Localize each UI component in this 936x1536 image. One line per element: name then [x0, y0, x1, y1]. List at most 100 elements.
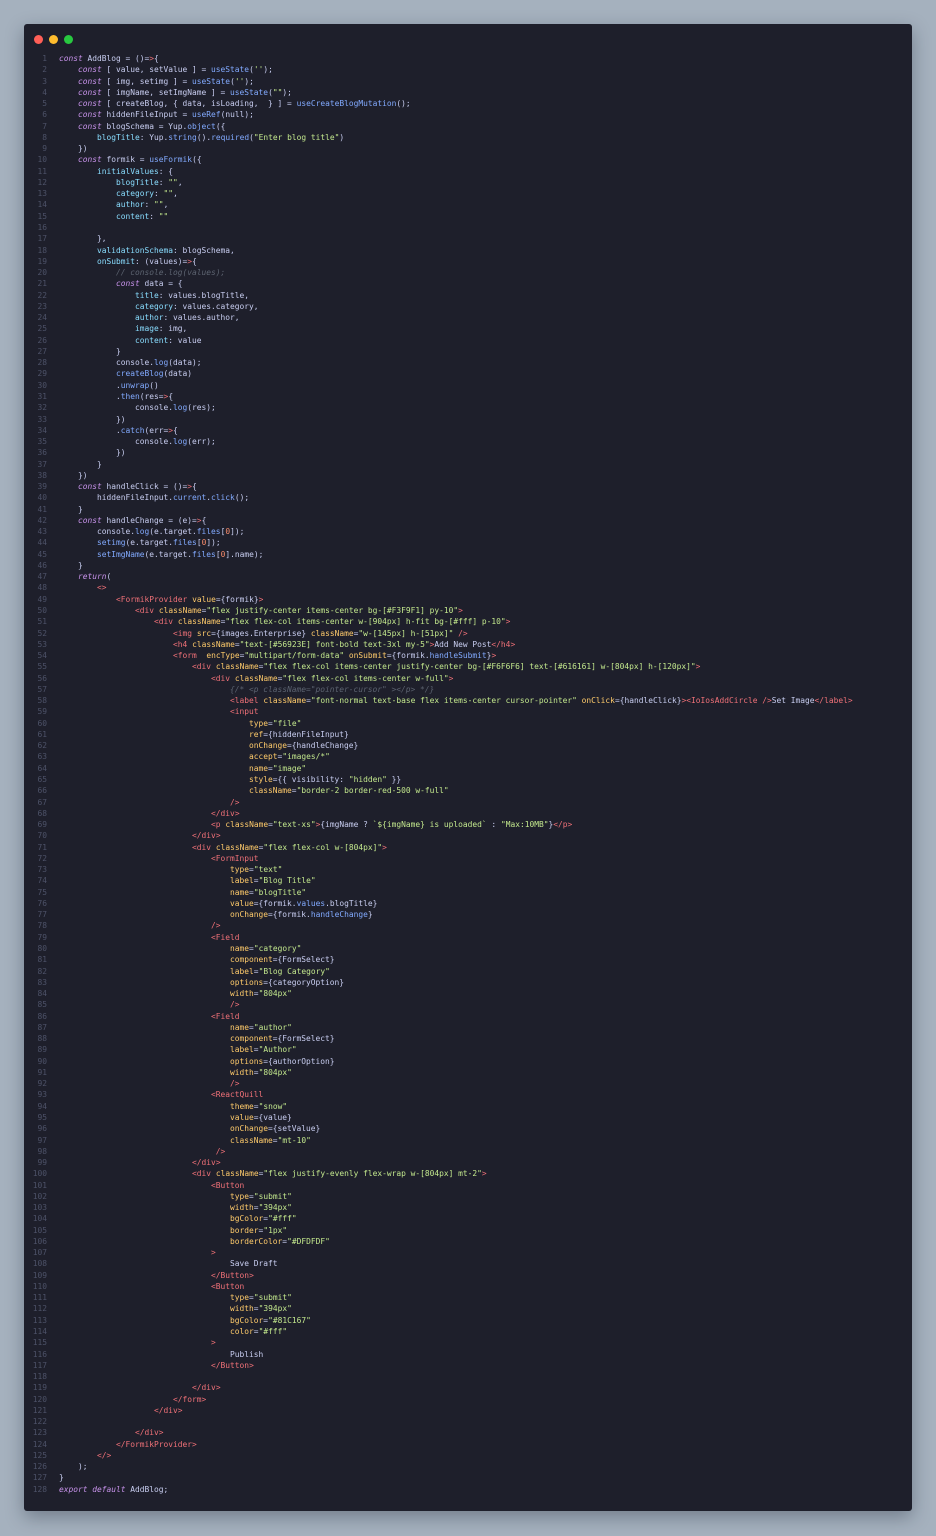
line-number: 115 [32, 1338, 47, 1348]
line-number: 112 [32, 1304, 47, 1314]
code-text: <Field [211, 1011, 240, 1021]
code-line: 107 > [24, 1247, 912, 1258]
code-text: <FormikProvider value={formik}> [116, 594, 264, 604]
code-text: .catch(err=>{ [59, 425, 178, 435]
line-number: 122 [32, 1417, 47, 1427]
line-number: 86 [37, 1011, 47, 1021]
code-line: 103 width="394px" [24, 1202, 912, 1213]
line-number: 28 [37, 358, 47, 368]
code-text: onSubmit: (values)=>{ [97, 256, 197, 266]
line-number: 52 [37, 628, 47, 638]
line-number: 123 [32, 1428, 47, 1438]
code-text: name="category" [230, 943, 302, 953]
code-line: 22 title: values.blogTitle, [24, 290, 912, 301]
code-text: type="file" [249, 718, 302, 728]
code-editor[interactable]: 1 const AddBlog = ()=>{2 const [ value, s… [24, 53, 912, 1495]
line-number: 111 [32, 1293, 47, 1303]
code-text: content: value [135, 335, 202, 345]
code-text: </form> [173, 1394, 207, 1404]
line-number: 23 [37, 301, 47, 311]
code-line: 56 <div className="flex flex-col items-c… [24, 673, 912, 684]
code-line: 43 console.log(e.target.files[0]); [24, 526, 912, 537]
code-text: label="Author" [230, 1045, 297, 1055]
code-line: 126 ); [24, 1461, 912, 1472]
line-number: 107 [32, 1248, 47, 1258]
minimize-dot-icon[interactable] [49, 35, 58, 44]
code-text: blogTitle: "", [116, 177, 183, 187]
code-line: 69 <p className="text-xs">{imgName ? `${… [24, 819, 912, 830]
line-number: 90 [37, 1056, 47, 1066]
code-text: <Button [211, 1281, 245, 1291]
code-line: 44 setimg(e.target.files[0]); [24, 537, 912, 548]
code-line: 98 /> [24, 1146, 912, 1157]
line-number: 22 [37, 290, 47, 300]
code-text: <img src={images.Enterprise} className="… [173, 628, 468, 638]
line-number: 1 [42, 54, 47, 63]
line-number: 37 [37, 459, 47, 469]
code-line: 27 } [24, 346, 912, 357]
code-line: 51 <div className="flex flex-col items-c… [24, 616, 912, 627]
code-text: theme="snow" [230, 1101, 288, 1111]
maximize-dot-icon[interactable] [64, 35, 73, 44]
code-line: 81 component={FormSelect} [24, 954, 912, 965]
code-text: <div className="flex justify-center item… [135, 606, 463, 616]
code-text: /> [211, 921, 221, 931]
code-line: 86 <Field [24, 1011, 912, 1022]
line-number: 108 [32, 1259, 47, 1269]
code-line: 3 const [ img, setimg ] = useState(''); [24, 76, 912, 87]
code-text: </FormikProvider> [116, 1439, 197, 1449]
code-line: 46 } [24, 560, 912, 571]
line-number: 15 [37, 211, 47, 221]
code-text: content: "" [116, 211, 169, 221]
line-number: 113 [32, 1315, 47, 1325]
code-line: 116 Publish [24, 1349, 912, 1360]
code-text: className="border-2 border-red-500 w-ful… [249, 786, 449, 796]
line-number: 27 [37, 346, 47, 356]
code-line: 113 bgColor="#81C167" [24, 1315, 912, 1326]
code-line: 15 content: "" [24, 211, 912, 222]
code-line: 121 </div> [24, 1405, 912, 1416]
code-text: }) [59, 144, 88, 154]
line-number: 87 [37, 1022, 47, 1032]
code-line: 91 width="804px" [24, 1067, 912, 1078]
code-text: } [59, 560, 83, 570]
line-number: 31 [37, 391, 47, 401]
code-text: .then(res=>{ [59, 391, 174, 401]
code-text: </div> [192, 1383, 221, 1393]
code-text: author: "", [116, 200, 169, 210]
code-line: 8 blogTitle: Yup.string().required("Ente… [24, 132, 912, 143]
code-line: 82 label="Blog Category" [24, 966, 912, 977]
line-number: 114 [32, 1327, 47, 1337]
code-text: /> [230, 1000, 240, 1010]
code-line: 117 </Button> [24, 1360, 912, 1371]
code-line: 17 }, [24, 233, 912, 244]
line-number: 20 [37, 268, 47, 278]
code-line: 108 Save Draft [24, 1258, 912, 1269]
line-number: 71 [37, 842, 47, 852]
code-text: }) [59, 448, 126, 458]
line-number: 118 [32, 1372, 47, 1382]
code-line: 68 </div> [24, 808, 912, 819]
code-text: console.log(e.target.files[0]); [59, 527, 245, 537]
code-line: 114 color="#fff" [24, 1326, 912, 1337]
code-line: 28 console.log(data); [24, 357, 912, 368]
code-line: 97 className="mt-10" [24, 1135, 912, 1146]
code-text: /> [230, 1079, 240, 1089]
line-number: 116 [32, 1349, 47, 1359]
line-number: 62 [37, 741, 47, 751]
code-line: 106 borderColor="#DFDFDF" [24, 1236, 912, 1247]
code-line: 10 const formik = useFormik({ [24, 154, 912, 165]
code-line: 84 width="804px" [24, 988, 912, 999]
close-dot-icon[interactable] [34, 35, 43, 44]
code-text: borderColor="#DFDFDF" [230, 1236, 330, 1246]
code-text: return( [78, 572, 112, 582]
line-number: 45 [37, 549, 47, 559]
code-line: 63 accept="images/*" [24, 751, 912, 762]
code-text: <form encType="multipart/form-data" onSu… [173, 651, 497, 661]
line-number: 44 [37, 538, 47, 548]
line-number: 89 [37, 1045, 47, 1055]
code-text: <div className="flex flex-col items-cent… [154, 617, 511, 627]
line-number: 54 [37, 651, 47, 661]
code-line: 14 author: "", [24, 199, 912, 210]
code-text: label="Blog Title" [230, 876, 316, 886]
